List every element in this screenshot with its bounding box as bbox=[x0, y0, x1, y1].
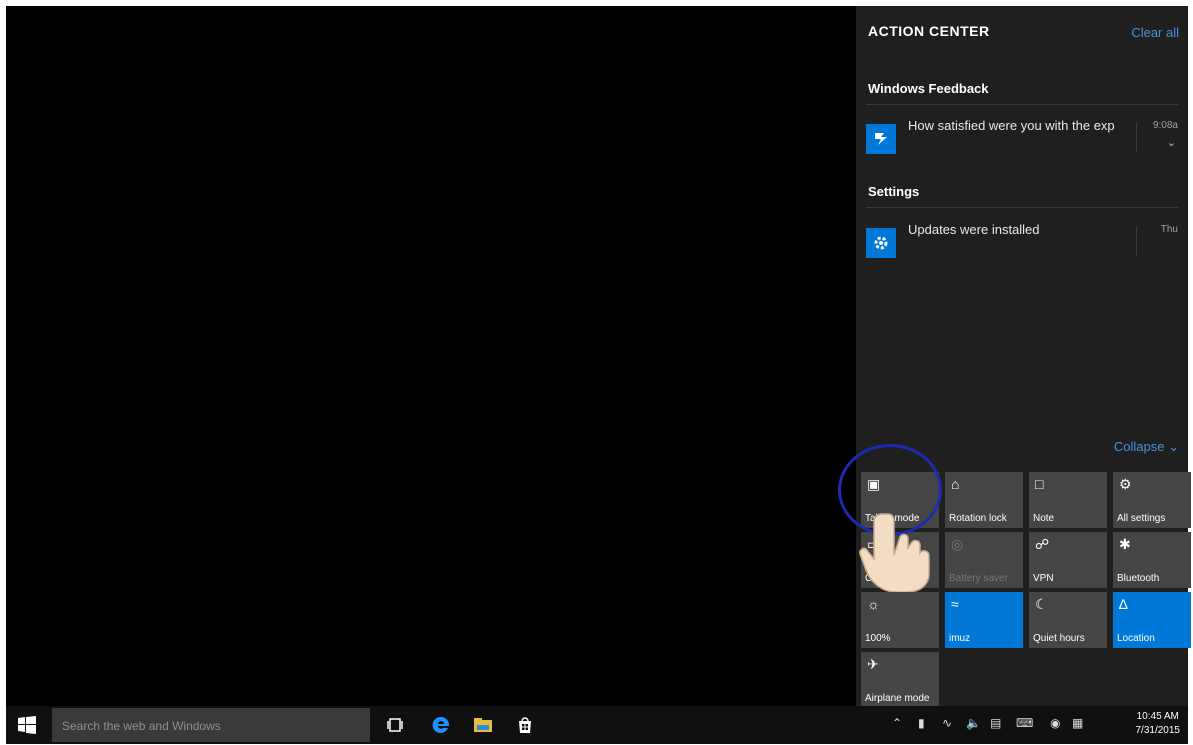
quick-action-label: VPN bbox=[1033, 573, 1054, 584]
bluetooth-icon: ✱ bbox=[1119, 536, 1131, 552]
quick-action-tile[interactable]: ☼ 100% bbox=[861, 592, 939, 648]
quick-action-tile[interactable]: ☍ VPN bbox=[1029, 532, 1107, 588]
vpn-icon: ☍ bbox=[1035, 536, 1050, 552]
group-divider bbox=[866, 207, 1178, 208]
notification-text: How satisfied were you with the exp bbox=[908, 118, 1115, 133]
battery-icon[interactable]: ▮ bbox=[918, 716, 925, 730]
notification-time: Thu bbox=[1160, 224, 1178, 235]
notification-text: Updates were installed bbox=[908, 222, 1040, 237]
quick-action-label: All settings bbox=[1117, 513, 1166, 524]
quick-action-label: Bluetooth bbox=[1117, 573, 1160, 584]
notification-settings[interactable]: Updates were installed Thu bbox=[866, 222, 1178, 266]
notification-time: 9:08a bbox=[1152, 120, 1178, 131]
search-input[interactable]: Search the web and Windows bbox=[52, 708, 370, 742]
quick-action-label: imuz bbox=[949, 633, 971, 644]
volume-icon[interactable]: 🔈 bbox=[966, 716, 981, 730]
store-icon[interactable] bbox=[514, 714, 536, 736]
keyboard-icon[interactable]: ⌨ bbox=[1016, 716, 1033, 730]
quick-action-tile[interactable]: ✱ Bluetooth bbox=[1113, 532, 1191, 588]
notification-divider bbox=[1136, 226, 1137, 256]
quick-action-label: Note bbox=[1033, 513, 1055, 524]
action-center-title: ACTION CENTER bbox=[868, 23, 990, 39]
location-icon: ∆ bbox=[1119, 596, 1128, 612]
quick-action-tile[interactable]: ∆ Location bbox=[1113, 592, 1191, 648]
clear-all-link[interactable]: Clear all bbox=[1131, 25, 1179, 40]
windows-start-icon[interactable] bbox=[18, 716, 36, 734]
file-explorer-icon[interactable] bbox=[472, 714, 494, 736]
desktop-background bbox=[6, 6, 856, 706]
rotation-lock-icon: ⌂ bbox=[951, 476, 960, 492]
airplane-icon: ✈ bbox=[867, 656, 879, 672]
moon-icon: ☾ bbox=[1035, 596, 1048, 612]
gear-icon bbox=[866, 228, 896, 258]
taskbar: Search the web and Windows ⌃ ▮ ∿ 🔈 ▤ ⌨ ◉… bbox=[6, 706, 1188, 744]
chevron-down-icon[interactable]: ⌄ bbox=[1167, 136, 1176, 149]
quick-action-tile[interactable]: ⌂ Rotation lock bbox=[945, 472, 1023, 528]
notification-group-title: Settings bbox=[868, 184, 920, 199]
edge-browser-icon[interactable] bbox=[430, 714, 452, 736]
notification-divider bbox=[1136, 122, 1137, 152]
quick-action-tile[interactable]: ⚙ All settings bbox=[1113, 472, 1191, 528]
search-placeholder: Search the web and Windows bbox=[62, 719, 221, 733]
battery-saver-icon: ◎ bbox=[951, 536, 964, 552]
quick-action-tile[interactable]: ✈ Airplane mode bbox=[861, 652, 939, 708]
quick-action-tile[interactable]: ◎ Battery saver bbox=[945, 532, 1023, 588]
quick-action-label: Rotation lock bbox=[949, 513, 1007, 524]
notification-group-title: Windows Feedback bbox=[868, 81, 989, 96]
record-icon[interactable]: ◉ bbox=[1050, 716, 1060, 730]
quick-action-label: Airplane mode bbox=[865, 693, 930, 704]
pointing-hand-icon bbox=[859, 513, 930, 592]
clock[interactable]: 10:45 AM 7/31/2015 bbox=[1136, 710, 1181, 738]
quick-action-tile[interactable]: ≈ imuz bbox=[945, 592, 1023, 648]
quick-action-label: Location bbox=[1117, 633, 1155, 644]
quick-action-label: Battery saver bbox=[949, 573, 1008, 584]
quick-action-label: Quiet hours bbox=[1033, 633, 1085, 644]
wifi-icon: ≈ bbox=[951, 596, 959, 612]
clock-time: 10:45 AM bbox=[1136, 711, 1179, 722]
quick-action-label: 100% bbox=[865, 633, 891, 644]
task-view-icon[interactable] bbox=[384, 714, 406, 736]
feedback-icon bbox=[866, 124, 896, 154]
quick-action-tile[interactable]: □ Note bbox=[1029, 472, 1107, 528]
wifi-icon[interactable]: ∿ bbox=[942, 716, 952, 730]
group-divider bbox=[866, 104, 1178, 105]
clock-date: 7/31/2015 bbox=[1135, 725, 1181, 736]
collapse-label: Collapse bbox=[1113, 439, 1165, 454]
chevron-up-icon[interactable]: ⌃ bbox=[892, 716, 902, 730]
collapse-link[interactable]: Collapse ⌄ bbox=[1114, 439, 1179, 455]
input-language-icon[interactable]: ▦ bbox=[1072, 716, 1083, 730]
settings-icon: ⚙ bbox=[1119, 476, 1132, 492]
chevron-down-icon: ⌄ bbox=[1168, 439, 1179, 454]
notification-feedback[interactable]: How satisfied were you with the exp 9:08… bbox=[866, 118, 1178, 162]
note-icon: □ bbox=[1035, 476, 1044, 492]
quick-action-tile[interactable]: ☾ Quiet hours bbox=[1029, 592, 1107, 648]
brightness-icon: ☼ bbox=[867, 596, 880, 612]
action-center-icon[interactable]: ▤ bbox=[990, 716, 1001, 730]
